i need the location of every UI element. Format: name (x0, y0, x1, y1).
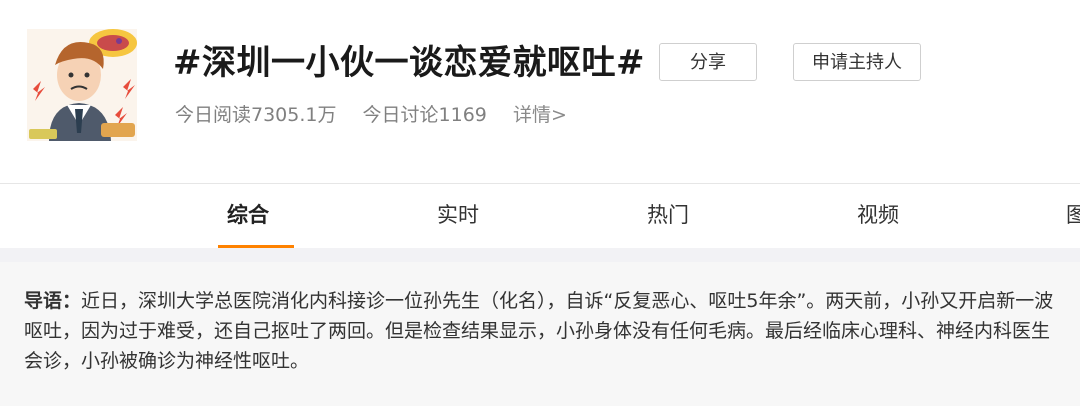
apply-host-button[interactable]: 申请主持人 (793, 43, 921, 81)
intro-text: 近日，深圳大学总医院消化内科接诊一位孙先生（化名），自诉“反复恶心、呕吐5年余”… (24, 290, 1054, 372)
tab-label: 图 (1066, 203, 1080, 227)
topic-intro: 导语：近日，深圳大学总医院消化内科接诊一位孙先生（化名），自诉“反复恶心、呕吐5… (0, 262, 1080, 406)
topic-avatar[interactable] (27, 29, 137, 141)
topic-page: #深圳一小伙一谈恋爱就呕吐# 今日阅读7305.1万 今日讨论1169 详情> … (0, 0, 1080, 406)
topic-tabs: 综合 实时 热门 视频 图 (0, 183, 1080, 248)
tab-images[interactable]: 图 (1028, 184, 1080, 248)
tab-realtime[interactable]: 实时 (398, 184, 518, 248)
nauseous-man-illustration (27, 29, 137, 141)
details-link[interactable]: 详情> (513, 104, 567, 126)
intro-label: 导语： (24, 290, 82, 312)
intro-paragraph: 导语：近日，深圳大学总医院消化内科接诊一位孙先生（化名），自诉“反复恶心、呕吐5… (24, 286, 1064, 376)
topic-stats: 今日阅读7305.1万 今日讨论1169 详情> (175, 100, 587, 130)
topic-title: #深圳一小伙一谈恋爱就呕吐# (173, 43, 645, 83)
tab-label: 热门 (647, 203, 689, 227)
section-divider (0, 248, 1080, 262)
discussion-count: 今日讨论1169 (362, 104, 487, 126)
tab-label: 视频 (857, 203, 899, 227)
topic-header: #深圳一小伙一谈恋爱就呕吐# 今日阅读7305.1万 今日讨论1169 详情> … (0, 0, 1080, 182)
tab-label: 综合 (227, 203, 269, 227)
tab-video[interactable]: 视频 (818, 184, 938, 248)
share-button[interactable]: 分享 (659, 43, 757, 81)
tab-comprehensive[interactable]: 综合 (188, 184, 308, 248)
tab-hot[interactable]: 热门 (608, 184, 728, 248)
tab-label: 实时 (437, 203, 479, 227)
read-count: 今日阅读7305.1万 (175, 104, 337, 126)
